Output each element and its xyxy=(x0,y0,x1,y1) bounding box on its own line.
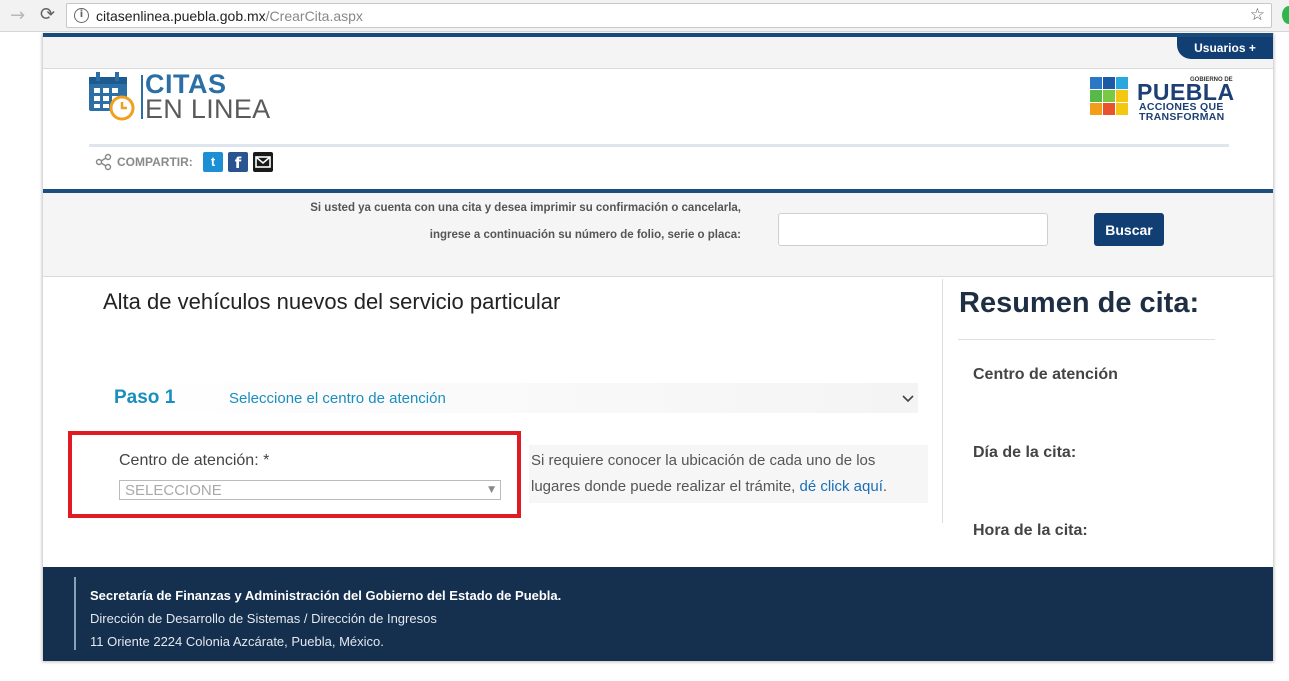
twitter-icon[interactable]: t xyxy=(203,152,223,172)
summary-divider xyxy=(942,279,943,523)
share-icon xyxy=(95,153,112,171)
extension-icon[interactable] xyxy=(1282,6,1289,24)
step-1-header[interactable]: Paso 1 Seleccione el centro de atención xyxy=(105,383,918,413)
location-info-panel: Si requiere conocer la ubicación de cada… xyxy=(529,445,928,503)
forward-icon[interactable]: → xyxy=(10,5,25,26)
address-bar[interactable]: i citasenlinea.puebla.gob.mx/CrearCita.a… xyxy=(66,3,1272,28)
star-icon[interactable]: ☆ xyxy=(1250,5,1265,25)
summary-hora: Hora de la cita: xyxy=(973,522,1088,539)
summary-centro: Centro de atención xyxy=(973,366,1118,383)
clock-icon xyxy=(109,95,135,121)
mail-icon[interactable] xyxy=(253,152,273,172)
summary-dia: Día de la cita: xyxy=(973,444,1077,461)
logo-en-linea: EN LINEA xyxy=(145,94,271,124)
footer-accent-bar xyxy=(74,577,76,650)
info-icon[interactable]: i xyxy=(74,8,89,23)
centro-atencion-selected: SELECCIONE xyxy=(125,482,222,499)
puebla-tagline-2: TRANSFORMAN xyxy=(1139,111,1225,123)
search-message-line1: Si usted ya cuenta con una cita y desea … xyxy=(310,202,741,214)
click-here-link[interactable]: dé click aquí xyxy=(800,478,883,495)
step-description: Seleccione el centro de atención xyxy=(229,390,446,407)
folio-input[interactable] xyxy=(778,213,1048,246)
url-text: citasenlinea.puebla.gob.mx/CrearCita.asp… xyxy=(96,8,363,24)
select-arrow-icon: ▼ xyxy=(488,485,495,495)
location-info-line2: lugares donde puede realizar el trámite,… xyxy=(531,478,888,495)
reload-icon[interactable]: ⟳ xyxy=(40,4,55,25)
browser-toolbar: → ⟳ i citasenlinea.puebla.gob.mx/CrearCi… xyxy=(0,0,1289,32)
centro-atencion-select[interactable]: SELECCIONE ▼ xyxy=(119,480,501,500)
footer: Secretaría de Finanzas y Administración … xyxy=(43,567,1273,661)
summary-line xyxy=(958,339,1215,340)
location-info-line1: Si requiere conocer la ubicación de cada… xyxy=(531,452,876,469)
top-strip: Usuarios + xyxy=(43,33,1273,69)
search-message-line2: ingrese a continuación su número de foli… xyxy=(429,229,741,241)
buscar-button[interactable]: Buscar xyxy=(1094,213,1164,246)
footer-line3: 11 Oriente 2224 Colonia Azcárate, Puebla… xyxy=(90,634,384,649)
folio-search-section: Si usted ya cuenta con una cita y desea … xyxy=(43,193,1273,277)
chevron-down-icon[interactable] xyxy=(898,388,918,408)
page: Usuarios + CITAS EN LINEA GOBIERNO DE PU… xyxy=(42,33,1274,661)
step-number: Paso 1 xyxy=(114,387,176,408)
page-title: Alta de vehículos nuevos del servicio pa… xyxy=(103,289,561,314)
centro-atencion-label: Centro de atención: * xyxy=(119,452,270,469)
header-divider xyxy=(89,144,1229,147)
usuarios-button[interactable]: Usuarios + xyxy=(1177,37,1273,59)
footer-line1: Secretaría de Finanzas y Administración … xyxy=(90,588,562,603)
share-label: COMPARTIR: xyxy=(117,155,193,169)
centro-atencion-highlight: Centro de atención: * SELECCIONE ▼ xyxy=(68,431,521,518)
summary-title: Resumen de cita: xyxy=(959,287,1200,319)
facebook-icon[interactable]: f xyxy=(228,152,248,172)
footer-line2: Dirección de Desarrollo de Sistemas / Di… xyxy=(90,611,437,626)
